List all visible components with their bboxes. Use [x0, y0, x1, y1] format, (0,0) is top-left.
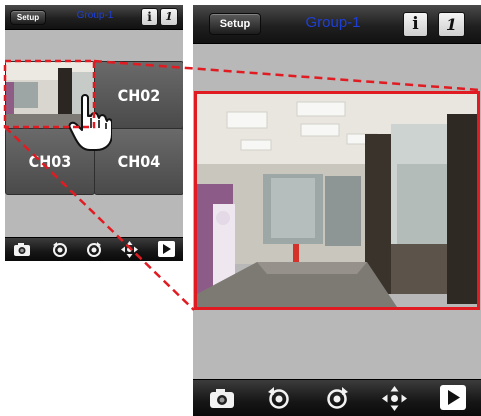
channel-label: CH02: [117, 85, 161, 105]
info-icon: i: [412, 14, 419, 34]
logo-icon: 1: [445, 15, 458, 34]
hand-pointer-icon: [68, 94, 112, 151]
play-icon: [163, 244, 171, 254]
group-title: Group-1: [76, 10, 114, 21]
ptz-move-icon[interactable]: [121, 241, 138, 258]
ptz-rotate-left-icon[interactable]: [266, 386, 292, 411]
channel-label: CH03: [28, 152, 72, 171]
camera-feed-image: [197, 94, 477, 307]
bottom-toolbar: [193, 379, 481, 416]
top-navigation-bar: Setup Group-1 i 1: [193, 5, 481, 44]
channel-label: CH04: [117, 152, 161, 171]
bottom-toolbar: [5, 237, 183, 261]
group-title: Group-1: [305, 14, 361, 31]
info-button[interactable]: i: [141, 8, 158, 26]
setup-button[interactable]: Setup: [10, 10, 46, 25]
logo-icon: 1: [165, 10, 173, 23]
ptz-rotate-right-icon[interactable]: [324, 386, 350, 411]
ptz-rotate-left-icon[interactable]: [51, 241, 69, 258]
play-icon: [448, 390, 460, 405]
info-icon: i: [147, 10, 152, 24]
top-navigation-bar: Setup Group-1 i 1: [5, 5, 183, 30]
setup-button[interactable]: Setup: [209, 13, 261, 35]
ptz-rotate-right-icon[interactable]: [85, 241, 103, 258]
snapshot-camera-icon[interactable]: [209, 387, 235, 409]
play-button[interactable]: [158, 241, 175, 257]
logo-button[interactable]: 1: [160, 8, 178, 26]
play-button[interactable]: [440, 385, 466, 410]
snapshot-camera-icon[interactable]: [13, 242, 31, 257]
logo-button[interactable]: 1: [438, 12, 465, 37]
info-button[interactable]: i: [403, 12, 428, 37]
ptz-move-icon[interactable]: [382, 386, 407, 411]
enlarged-camera-view[interactable]: [194, 91, 480, 310]
